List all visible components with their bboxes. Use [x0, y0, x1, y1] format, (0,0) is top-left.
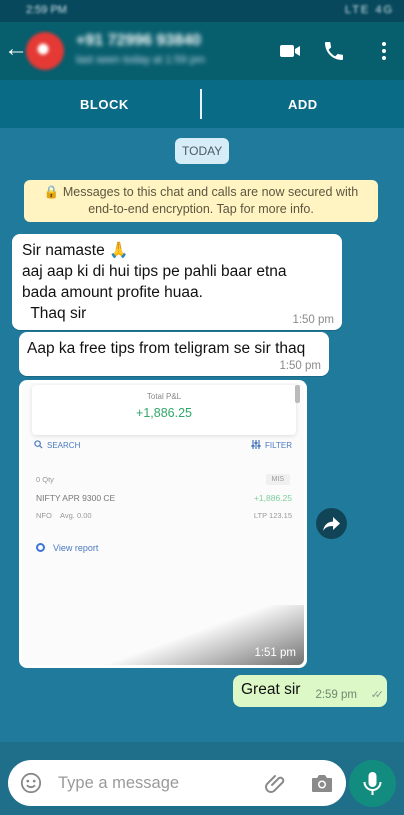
message-input[interactable]: Type a message — [58, 774, 179, 793]
search-label: SEARCH — [47, 441, 81, 450]
message-bubble-incoming[interactable]: Aap ka free tips from teligram se sir th… — [19, 332, 329, 376]
position-avg: Avg. 0.00 — [60, 511, 92, 520]
message-line: aaj aap ki di hui tips pe pahli baar etn… — [22, 263, 287, 280]
product-badge: MIS — [265, 474, 290, 485]
message-time: 2:59 pm — [315, 689, 357, 701]
message-line: Sir namaste 🙏 — [22, 242, 129, 259]
bar-divider — [200, 89, 202, 119]
message-text: Aap ka free tips from teligram se sir th… — [27, 340, 306, 357]
view-report-label: View report — [53, 543, 99, 553]
more-vert-icon[interactable] — [380, 39, 388, 63]
status-icons: LTE 4G — [344, 4, 394, 16]
view-report-link: View report — [36, 543, 98, 553]
block-add-bar: BLOCK ADD — [0, 80, 404, 128]
message-line: bada amount profite huaa. — [22, 284, 203, 301]
camera-icon[interactable] — [310, 772, 334, 794]
encryption-notice[interactable]: 🔒 Messages to this chat and calls are no… — [24, 180, 378, 222]
chat-header: ← +91 72996 93840 last seen today at 1:5… — [0, 22, 404, 80]
filter-icon — [251, 440, 261, 449]
block-button[interactable]: BLOCK — [80, 97, 129, 112]
screenshot-image[interactable]: Total P&L +1,886.25 SEARCH FILTER 0 Qty … — [22, 383, 304, 665]
contact-info[interactable]: +91 72996 93840 last seen today at 1:59 … — [76, 32, 205, 66]
message-text: Great sir — [241, 681, 301, 698]
total-pl-value: +1,886.25 — [136, 406, 192, 420]
status-time: 2:59 PM — [26, 4, 67, 16]
report-icon — [36, 543, 45, 552]
scrollbar — [295, 385, 300, 403]
contact-status: last seen today at 1:59 pm — [76, 54, 206, 66]
message-time: 1:50 pm — [279, 360, 321, 372]
contact-name: +91 72996 93840 — [76, 32, 202, 49]
message-composer[interactable]: Type a message — [8, 760, 346, 806]
position-pnl: +1,886.25 — [253, 493, 292, 503]
message-line: Thaq sir — [22, 305, 87, 322]
message-bubble-incoming[interactable]: Sir namaste 🙏 aaj aap ki di hui tips pe … — [12, 234, 342, 330]
status-bar: 2:59 PM LTE 4G — [0, 0, 404, 22]
filter-label: FILTER — [265, 441, 292, 450]
total-pl-label: Total P&L — [146, 392, 182, 401]
chat-area[interactable]: TODAY 🔒 Messages to this chat and calls … — [0, 128, 404, 742]
message-time: 1:50 pm — [292, 314, 334, 326]
total-pl-card: Total P&L +1,886.25 — [32, 385, 296, 435]
avatar[interactable] — [26, 32, 64, 70]
message-time: 1:51 pm — [254, 647, 296, 659]
image-message[interactable]: Total P&L +1,886.25 SEARCH FILTER 0 Qty … — [19, 380, 307, 668]
date-chip: TODAY — [175, 138, 230, 164]
video-call-icon[interactable] — [278, 39, 302, 63]
read-ticks-icon: ✓✓ — [370, 689, 385, 701]
add-button[interactable]: ADD — [288, 97, 318, 112]
search-icon — [34, 440, 43, 449]
phone-icon[interactable] — [322, 39, 346, 63]
mic-icon[interactable] — [349, 760, 396, 807]
position-ltp: LTP 123.15 — [253, 511, 292, 520]
search-row: SEARCH — [34, 440, 80, 450]
position-symbol: NIFTY APR 9300 CE — [36, 493, 116, 503]
back-arrow-icon[interactable]: ← — [4, 37, 28, 61]
position-qty: 0 Qty — [36, 475, 54, 484]
forward-icon[interactable] — [316, 508, 347, 539]
attach-icon[interactable] — [264, 771, 288, 795]
filter-row: FILTER — [251, 440, 292, 450]
position-exchange: NFO — [36, 511, 52, 520]
message-bubble-outgoing[interactable]: Great sir 2:59 pm ✓✓ — [233, 675, 387, 707]
emoji-icon[interactable] — [20, 772, 42, 794]
